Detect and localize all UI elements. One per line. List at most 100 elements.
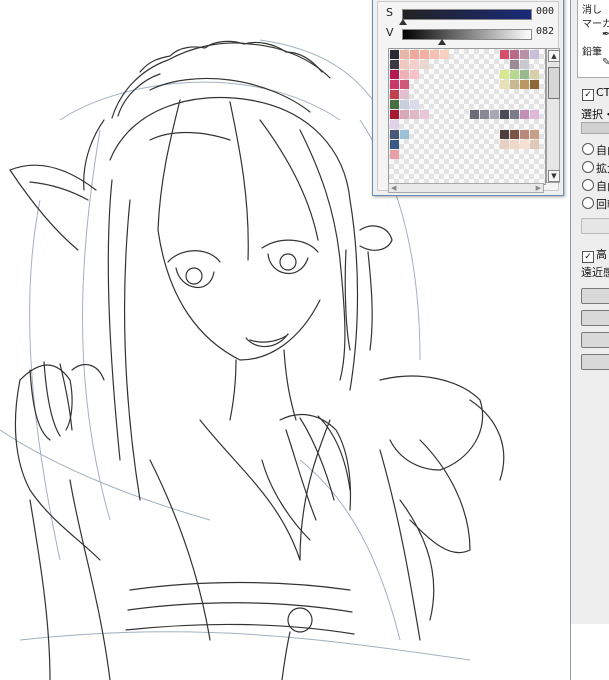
palette-swatch[interactable] (510, 60, 519, 69)
palette-swatch[interactable] (500, 140, 509, 149)
palette-swatch[interactable] (520, 70, 529, 79)
palette-swatch[interactable] (400, 90, 409, 99)
palette-swatch[interactable] (520, 140, 529, 149)
radio-row-3[interactable]: 自由 (582, 178, 609, 194)
palette-swatch[interactable] (530, 80, 539, 89)
palette-swatch[interactable] (530, 140, 539, 149)
saturation-slider-thumb[interactable] (399, 19, 407, 25)
palette-swatch[interactable] (500, 70, 509, 79)
radio-button[interactable] (582, 143, 594, 155)
pencil-icon[interactable]: ✎ (602, 57, 609, 68)
scrollbar-thumb[interactable] (548, 67, 560, 99)
scroll-down-icon[interactable]: ▼ (548, 170, 560, 182)
pen-icon[interactable]: ✒ (602, 29, 609, 40)
palette-swatch[interactable] (420, 110, 429, 119)
palette-swatch[interactable] (500, 50, 509, 59)
saturation-slider-row: S 000 (386, 6, 558, 25)
tool-eraser[interactable]: 消し (582, 1, 602, 16)
radio-label: 自由 (596, 144, 609, 157)
palette-swatch[interactable] (520, 50, 529, 59)
perspective-button-4[interactable] (581, 354, 609, 370)
palette-swatch[interactable] (400, 100, 409, 109)
palette-swatch[interactable] (400, 70, 409, 79)
palette-swatch[interactable] (520, 80, 529, 89)
palette-swatch[interactable] (390, 130, 399, 139)
saturation-value[interactable]: 000 (536, 6, 554, 17)
scroll-right-icon[interactable]: ▶ (536, 184, 541, 192)
palette-swatch[interactable] (490, 110, 499, 119)
palette-swatch[interactable] (390, 150, 399, 159)
palette-swatch[interactable] (510, 70, 519, 79)
palette-swatch[interactable] (520, 60, 529, 69)
palette-swatch[interactable] (500, 80, 509, 89)
palette-swatch[interactable] (510, 110, 519, 119)
saturation-slider[interactable] (402, 9, 532, 20)
radio-row-1[interactable]: 自由 (582, 142, 609, 158)
radio-row-4[interactable]: 回転 (582, 196, 609, 212)
palette-swatch[interactable] (430, 50, 439, 59)
palette-swatch[interactable] (390, 110, 399, 119)
palette-swatch[interactable] (410, 110, 419, 119)
palette-swatch[interactable] (390, 80, 399, 89)
tool-settings-panel: 消し マーカー ✒ 鉛筆 ✎ ✓CT 選択・ 自由 拡大 自由 回転 ✓高 遠近… (570, 0, 609, 680)
tool-list: 消し マーカー ✒ 鉛筆 ✎ (577, 0, 609, 78)
palette-swatch[interactable] (410, 60, 419, 69)
palette-swatch[interactable] (420, 60, 429, 69)
palette-swatch[interactable] (510, 80, 519, 89)
radio-button[interactable] (582, 161, 594, 173)
perspective-button-3[interactable] (581, 332, 609, 348)
palette-swatch[interactable] (410, 50, 419, 59)
apply-button[interactable] (581, 218, 609, 234)
palette-swatch[interactable] (480, 110, 489, 119)
palette-swatch[interactable] (410, 100, 419, 109)
palette-swatch[interactable] (500, 130, 509, 139)
perspective-button-2[interactable] (581, 310, 609, 326)
palette-swatch[interactable] (520, 110, 529, 119)
palette-swatch[interactable] (530, 70, 539, 79)
radio-row-2[interactable]: 拡大 (582, 160, 609, 176)
palette-swatch[interactable] (390, 50, 399, 59)
palette-swatch[interactable] (400, 80, 409, 89)
palette-swatch[interactable] (500, 110, 509, 119)
palette-swatch[interactable] (390, 60, 399, 69)
palette-swatch[interactable] (520, 130, 529, 139)
palette-swatch[interactable] (390, 100, 399, 109)
palette-swatch[interactable] (400, 60, 409, 69)
palette-swatch[interactable] (510, 140, 519, 149)
palette-swatch[interactable] (420, 50, 429, 59)
scroll-left-icon[interactable]: ◀ (391, 184, 396, 192)
palette-swatch[interactable] (530, 110, 539, 119)
radio-button[interactable] (582, 179, 594, 191)
perspective-label: 遠近感 (581, 266, 609, 279)
palette-swatch[interactable] (440, 50, 449, 59)
ct-checkbox[interactable]: ✓ (582, 89, 594, 101)
radio-button[interactable] (582, 197, 594, 209)
palette-swatch[interactable] (390, 140, 399, 149)
high-checkbox-row[interactable]: ✓ 高 (582, 246, 607, 263)
tool-pencil[interactable]: 鉛筆 (582, 43, 602, 58)
palette-swatch[interactable] (400, 130, 409, 139)
palette-vertical-scrollbar[interactable]: ▲ ▼ (546, 48, 560, 183)
value-value[interactable]: 082 (536, 26, 554, 37)
tool-marker[interactable]: マーカー (582, 15, 609, 30)
palette-horizontal-scrollbar[interactable]: ◀ ▶ (388, 183, 544, 193)
palette-swatch[interactable] (470, 110, 479, 119)
palette-swatch[interactable] (530, 130, 539, 139)
palette-swatch[interactable] (400, 110, 409, 119)
color-palette-grid[interactable] (388, 48, 546, 185)
ct-checkbox-row[interactable]: ✓ CT (582, 86, 609, 101)
palette-swatch[interactable] (510, 50, 519, 59)
palette-swatch[interactable] (400, 50, 409, 59)
palette-swatch[interactable] (510, 130, 519, 139)
selection-dropdown[interactable] (581, 122, 609, 134)
palette-swatch[interactable] (410, 70, 419, 79)
palette-swatch[interactable] (390, 90, 399, 99)
value-slider-thumb[interactable] (438, 39, 446, 45)
palette-swatch[interactable] (390, 70, 399, 79)
high-checkbox[interactable]: ✓ (582, 251, 594, 263)
scroll-up-icon[interactable]: ▲ (548, 50, 560, 62)
value-slider[interactable] (402, 29, 532, 40)
palette-swatch[interactable] (390, 120, 399, 129)
palette-swatch[interactable] (530, 50, 539, 59)
perspective-button-1[interactable] (581, 288, 609, 304)
